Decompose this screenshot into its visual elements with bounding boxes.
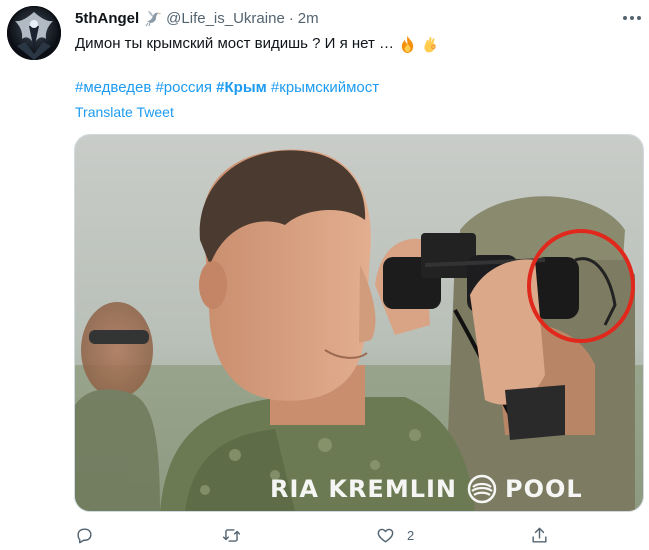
watermark-right-text: POOL <box>505 475 583 503</box>
retweet-button[interactable] <box>222 523 253 547</box>
separator-dot: · <box>288 9 294 27</box>
author-handle[interactable]: @Life_is_Ukraine <box>166 10 285 27</box>
like-count: 2 <box>407 527 415 543</box>
tweet-body: Димон ты крымский мост видишь ? И я нет … <box>75 35 395 52</box>
dove-badge-icon <box>145 11 162 27</box>
retweet-icon <box>222 528 241 542</box>
hashtag-link[interactable]: #медведев <box>75 79 151 96</box>
more-options-icon[interactable] <box>620 8 644 28</box>
tweet[interactable]: 5thAngel @Life_is_Ukraine · 2m Димон ты … <box>0 0 649 550</box>
reply-button[interactable] <box>75 523 94 547</box>
tweet-photo[interactable]: RIA KREMLIN POOL <box>74 134 644 512</box>
hashtags: #медведев #россия #Крым #крымскиймост <box>75 78 379 98</box>
fire-emoji <box>401 35 414 53</box>
avatar-image <box>7 6 61 60</box>
tweet-actions: 2 <box>0 523 649 547</box>
hashtag-link[interactable]: #россия <box>155 79 212 96</box>
hashtag-link[interactable]: #Крым <box>216 79 267 96</box>
watermark-left-text: RIA KREMLIN <box>270 475 458 503</box>
photo-watermark: RIA KREMLIN POOL <box>270 472 583 506</box>
ok-hand-emoji <box>424 36 436 52</box>
tweet-text: Димон ты крымский мост видишь ? И я нет … <box>75 34 440 54</box>
tweet-header: 5thAngel @Life_is_Ukraine · 2m <box>75 8 319 28</box>
like-button[interactable]: 2 <box>376 523 414 547</box>
reply-icon <box>77 527 92 543</box>
timestamp[interactable]: 2m <box>298 10 319 27</box>
share-icon <box>532 527 547 543</box>
heart-icon <box>377 528 394 543</box>
photo-image <box>75 135 643 511</box>
author-name[interactable]: 5thAngel <box>75 10 139 27</box>
avatar[interactable] <box>7 6 61 60</box>
kremlin-pool-logo-icon <box>467 474 497 504</box>
hashtag-link[interactable]: #крымскиймост <box>271 79 379 96</box>
translate-tweet-link[interactable]: Translate Tweet <box>75 103 174 121</box>
share-button[interactable] <box>530 523 549 547</box>
